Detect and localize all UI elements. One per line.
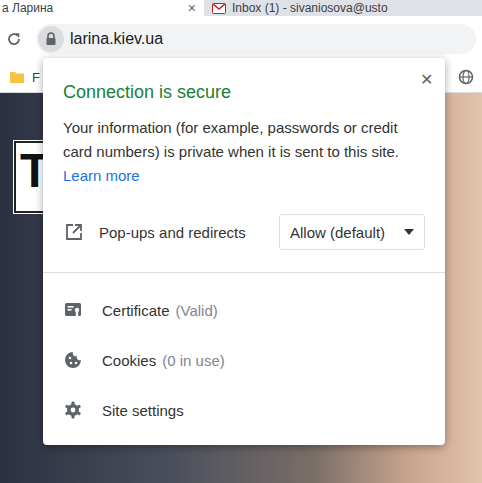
close-button[interactable]: ✕ <box>420 72 433 88</box>
reload-icon[interactable] <box>6 31 22 47</box>
url-text: larina.kiev.ua <box>70 30 163 48</box>
tab[interactable]: а Ларина × <box>0 0 204 16</box>
toolbar: larina.kiev.ua <box>0 16 482 62</box>
gmail-icon <box>212 3 226 14</box>
globe-icon[interactable] <box>458 69 474 85</box>
permission-row: Pop-ups and redirects Allow (default) <box>63 214 425 250</box>
dropdown-value: Allow (default) <box>290 224 385 241</box>
browser-window: а Ларина × Inbox (1) - sivaniosova@usto … <box>0 0 482 483</box>
site-info-button[interactable] <box>38 26 64 52</box>
tab-strip: а Ларина × Inbox (1) - sivaniosova@usto <box>0 0 482 16</box>
external-link-icon <box>65 223 83 241</box>
permission-label: Pop-ups and redirects <box>99 224 263 241</box>
popup-row[interactable]: Cookies (0 in use) <box>43 335 445 385</box>
learn-more-link[interactable]: Learn more <box>63 164 140 188</box>
cookie-icon <box>64 351 82 369</box>
popup-title: Connection is secure <box>63 80 231 104</box>
popup-header: Connection is secure ✕ Your information … <box>43 58 445 273</box>
address-bar[interactable]: larina.kiev.ua <box>36 24 476 54</box>
tab-title: а Ларина <box>2 1 53 15</box>
tab[interactable]: Inbox (1) - sivaniosova@usto <box>204 0 396 16</box>
gear-icon <box>64 401 82 419</box>
popup-row[interactable]: Site settings <box>43 385 445 435</box>
certificate-icon <box>64 301 82 319</box>
permission-dropdown[interactable]: Allow (default) <box>279 214 425 250</box>
site-info-popup: Connection is secure ✕ Your information … <box>43 58 445 445</box>
row-label: Site settings <box>102 402 184 419</box>
lock-icon <box>45 32 57 46</box>
popup-description: Your information (for example, passwords… <box>63 116 425 164</box>
dropdown-arrow-icon <box>404 229 414 235</box>
row-label: Cookies <box>102 352 156 369</box>
folder-icon <box>10 71 24 83</box>
popup-links: Certificate (Valid) Cookies (0 in use) S… <box>43 273 445 445</box>
row-detail: (0 in use) <box>162 352 225 369</box>
bookmark-label: F <box>32 70 40 85</box>
tab-title: Inbox (1) - sivaniosova@usto <box>232 1 388 15</box>
row-detail: (Valid) <box>176 302 218 319</box>
popup-row[interactable]: Certificate (Valid) <box>43 285 445 335</box>
bookmark[interactable]: F <box>10 70 40 85</box>
row-label: Certificate <box>102 302 170 319</box>
tab-close-button[interactable]: × <box>188 0 196 16</box>
